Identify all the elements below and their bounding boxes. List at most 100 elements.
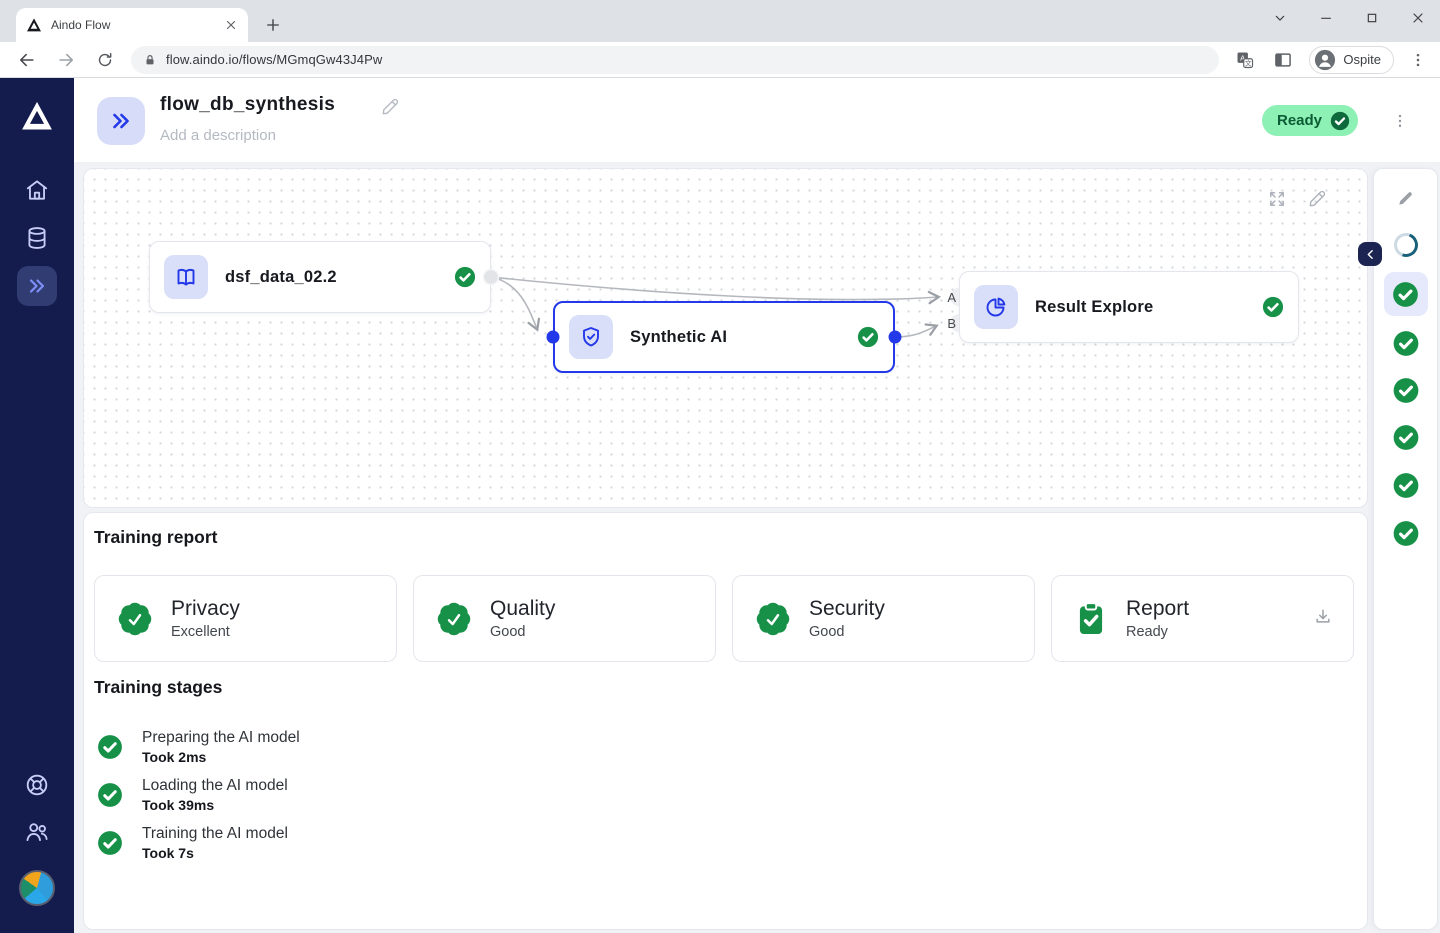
chevron-left-icon <box>1364 248 1377 261</box>
back-arrow-icon <box>17 50 37 70</box>
stage-duration: Took 7s <box>142 845 288 861</box>
flow-title: flow_db_synthesis <box>160 94 335 116</box>
flow-description-placeholder[interactable]: Add a description <box>160 127 276 144</box>
training-stages-title: Training stages <box>94 677 222 698</box>
profile-avatar-icon <box>1314 49 1336 71</box>
node-title: Result Explore <box>1035 298 1153 317</box>
input-port-a-label: A <box>947 290 956 305</box>
rail-step-2[interactable] <box>1392 330 1419 362</box>
canvas-toolbar <box>1267 189 1327 209</box>
rail-step-4[interactable] <box>1392 424 1419 456</box>
node-status-check-icon <box>454 266 476 288</box>
node-status-check-icon <box>857 326 879 348</box>
sidebar-item-support[interactable] <box>0 772 74 798</box>
node-synthetic-ai[interactable]: Synthetic AI <box>553 301 895 373</box>
card-title: Quality <box>490 597 555 621</box>
tab-close-icon[interactable] <box>224 18 238 32</box>
back-button[interactable] <box>15 48 39 72</box>
aindo-favicon-icon <box>26 17 42 33</box>
tab-title: Aindo Flow <box>51 18 215 32</box>
steps-rail <box>1373 168 1438 930</box>
flow-canvas[interactable]: dsf_data_02.2 Synthetic AI Result Explor… <box>83 168 1368 508</box>
new-tab-button[interactable] <box>260 12 286 38</box>
download-report-button[interactable] <box>1313 606 1333 631</box>
node-icon-box <box>164 255 208 299</box>
window-menu-icon[interactable] <box>1272 10 1288 26</box>
browser-toolbar: flow.aindo.io/flows/MGmqGw43J4Pw A文 Ospi… <box>0 42 1440 78</box>
rail-step-1-selected[interactable] <box>1384 272 1428 316</box>
flow-header: flow_db_synthesis Add a description Read… <box>74 78 1440 162</box>
status-label: Ready <box>1277 112 1322 129</box>
user-avatar[interactable] <box>19 870 55 906</box>
rail-step-3[interactable] <box>1392 377 1419 409</box>
flow-type-button[interactable] <box>97 97 145 145</box>
node-icon-box <box>569 315 613 359</box>
double-chevron-right-icon <box>109 109 133 133</box>
main-content: dsf_data_02.2 Synthetic AI Result Explor… <box>74 162 1440 933</box>
rail-edit-button[interactable] <box>1396 188 1416 213</box>
card-value: Good <box>809 624 885 640</box>
stage-duration: Took 2ms <box>142 749 300 765</box>
browser-titlebar: Aindo Flow <box>0 0 1440 42</box>
sidebar-item-home[interactable] <box>0 177 74 203</box>
training-stages-list: Preparing the AI modelTook 2ms Loading t… <box>97 727 300 863</box>
spinner-icon <box>1390 229 1422 261</box>
step-check-icon <box>1392 472 1419 499</box>
lock-icon[interactable] <box>143 53 157 67</box>
rail-step-6[interactable] <box>1392 520 1419 552</box>
side-panel-icon <box>1273 50 1293 70</box>
input-port-b[interactable] <box>950 314 959 332</box>
input-port-b-label: B <box>947 316 956 331</box>
status-badge: Ready <box>1262 105 1358 136</box>
reload-button[interactable] <box>93 48 117 72</box>
pencil-icon <box>380 97 400 117</box>
stage-check-icon <box>97 734 123 760</box>
plus-icon <box>264 16 282 34</box>
forward-button[interactable] <box>54 48 78 72</box>
sidebar-item-users[interactable] <box>0 819 74 845</box>
edit-canvas-icon[interactable] <box>1307 189 1327 209</box>
shield-check-icon <box>579 325 603 349</box>
card-title: Report <box>1126 597 1189 621</box>
pencil-icon <box>1396 188 1416 208</box>
profile-button[interactable]: Ospite <box>1309 46 1394 74</box>
edit-title-button[interactable] <box>380 97 400 122</box>
report-card-privacy[interactable]: PrivacyExcellent <box>94 575 397 662</box>
browser-tab[interactable]: Aindo Flow <box>16 8 248 42</box>
report-card-report[interactable]: ReportReady <box>1051 575 1354 662</box>
node-title: Synthetic AI <box>630 328 727 347</box>
step-check-icon <box>1392 330 1419 357</box>
window-close-icon[interactable] <box>1410 10 1426 26</box>
report-card-quality[interactable]: QualityGood <box>413 575 716 662</box>
sidebar-item-datasets[interactable] <box>0 225 74 251</box>
sidebar-item-flows-active[interactable] <box>17 266 57 306</box>
window-maximize-icon[interactable] <box>1364 10 1380 26</box>
address-bar[interactable]: flow.aindo.io/flows/MGmqGw43J4Pw <box>131 46 1219 74</box>
training-report-title: Training report <box>94 527 217 548</box>
flow-menu-button[interactable] <box>1388 108 1412 134</box>
collapse-panel-button[interactable] <box>1358 242 1382 266</box>
card-value: Excellent <box>171 624 240 640</box>
forward-arrow-icon <box>56 50 76 70</box>
node-dsf-data[interactable]: dsf_data_02.2 <box>149 241 491 313</box>
lifebuoy-icon <box>24 772 50 798</box>
home-icon <box>24 177 50 203</box>
edge-dsf-to-synthetic <box>491 277 537 329</box>
translate-button[interactable]: A文 <box>1233 48 1257 72</box>
svg-text:文: 文 <box>1245 58 1252 67</box>
stage-row: Loading the AI modelTook 39ms <box>97 775 300 815</box>
report-cards: PrivacyExcellent QualityGood SecurityGoo… <box>94 575 1354 662</box>
pie-chart-icon <box>984 295 1008 319</box>
side-panel-button[interactable] <box>1271 48 1295 72</box>
stage-label: Training the AI model <box>142 825 288 843</box>
reload-icon <box>96 51 114 69</box>
input-port-a[interactable] <box>950 288 959 306</box>
step-check-icon <box>1392 424 1419 451</box>
fit-view-icon[interactable] <box>1267 189 1287 209</box>
window-minimize-icon[interactable] <box>1318 10 1334 26</box>
browser-menu-button[interactable] <box>1406 48 1430 72</box>
report-card-security[interactable]: SecurityGood <box>732 575 1035 662</box>
window-controls <box>1272 0 1426 36</box>
rail-step-5[interactable] <box>1392 472 1419 504</box>
node-result-explore[interactable]: Result Explore <box>959 271 1299 343</box>
